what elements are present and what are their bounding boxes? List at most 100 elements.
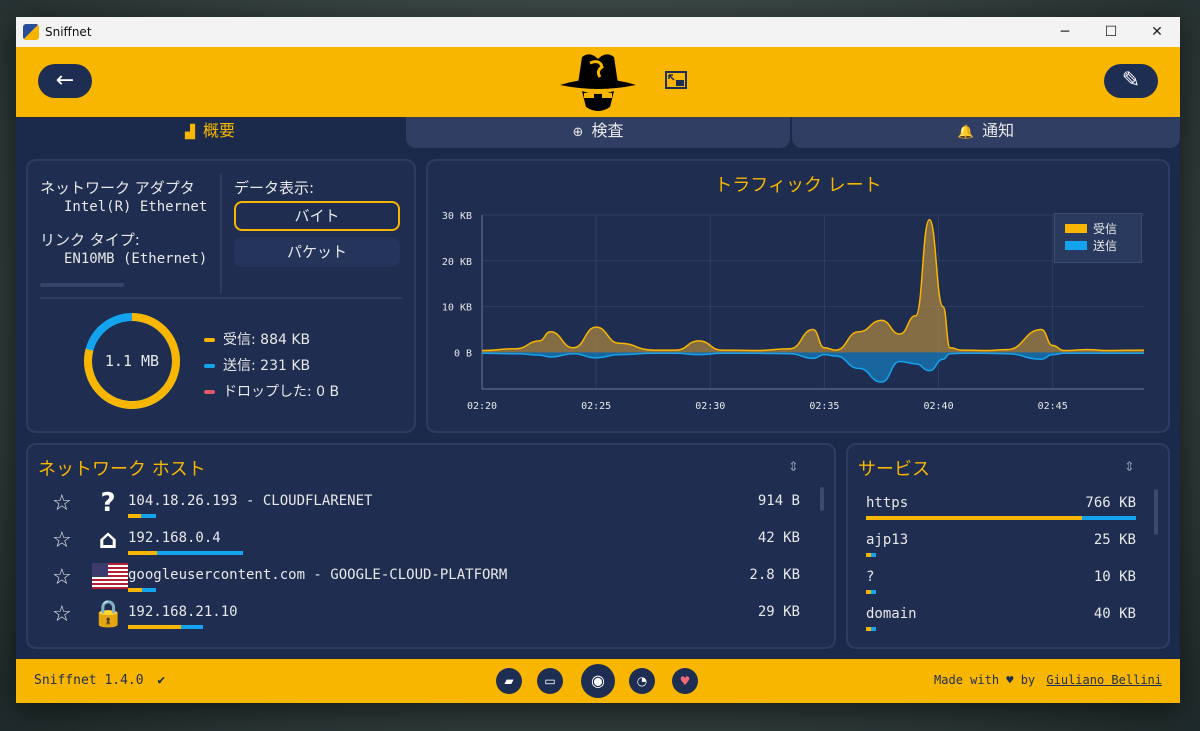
services-title: サービス <box>858 459 930 480</box>
tools-icon: ✎ <box>1121 68 1141 93</box>
tab-overview[interactable]: ▟ 概要 <box>16 117 404 148</box>
chart-icon: ▟ <box>184 125 195 140</box>
host-received-bar <box>128 625 181 629</box>
hosts-sort-icon[interactable]: ⇕ <box>788 455 799 476</box>
packets-toggle[interactable]: パケット <box>234 237 400 267</box>
minimize-button[interactable]: ─ <box>1042 17 1088 47</box>
x-tick-label: 02:20 <box>467 401 497 412</box>
sent-total-label: 送信: 231 KB <box>223 358 311 374</box>
link-type-label: リンク タイプ: <box>40 231 140 249</box>
us-flag-icon <box>92 563 128 591</box>
picture-in-picture-icon[interactable] <box>665 71 687 89</box>
service-sent-bar <box>871 590 876 594</box>
host-name: 104.18.26.193 - CLOUDFLARENET <box>128 493 373 509</box>
legend-sent-label: 送信 <box>1093 239 1118 253</box>
host-sent-bar <box>141 514 156 518</box>
host-row[interactable]: ☆ googleusercontent.com - GOOGLE-CLOUD-PL… <box>28 561 834 597</box>
traffic-chart-panel: トラフィック レート 30 KB 20 KB 10 KB 0 B 02:20 02:25 0… <box>426 159 1170 433</box>
title-bar: Sniffnet ─ ☐ ✕ <box>16 17 1180 47</box>
services-scrollbar[interactable] <box>1154 489 1158 535</box>
service-row[interactable]: ? 10 KB <box>848 563 1168 599</box>
tab-inspect-label: 検査 <box>591 121 624 140</box>
host-sent-bar <box>142 588 156 592</box>
service-traffic: 766 KB <box>1085 495 1136 511</box>
check-icon: ✔ <box>157 673 166 688</box>
legend-received-label: 受信 <box>1093 222 1118 236</box>
adapter-scrollbar[interactable] <box>40 283 124 287</box>
star-icon[interactable]: ☆ <box>52 602 72 627</box>
divider <box>220 173 222 293</box>
host-sent-bar <box>181 625 203 629</box>
received-total: 受信: 884 KB <box>204 329 310 349</box>
host-icon-glyph: ? <box>100 488 116 518</box>
services-sort-icon[interactable]: ⇕ <box>1124 455 1135 476</box>
service-sent-bar <box>871 627 876 631</box>
lock-icon: 🔒 <box>92 600 124 628</box>
y-tick-label: 20 KB <box>442 257 472 268</box>
star-icon[interactable]: ☆ <box>52 528 72 553</box>
bell-icon: 🔔 <box>957 125 975 140</box>
link-type-value: EN10MB (Ethernet) <box>64 251 208 267</box>
series-area-sent <box>482 352 1144 383</box>
settings-button[interactable]: ✎ <box>1104 64 1158 98</box>
service-traffic: 10 KB <box>1093 569 1136 585</box>
received-dash <box>204 338 215 342</box>
y-tick-label: 10 KB <box>442 303 472 314</box>
host-received-bar <box>128 551 157 555</box>
dropped-total-label: ドロップした: 0 B <box>223 384 340 400</box>
paint-roller-icon[interactable]: ▰ <box>496 668 522 694</box>
host-name: 192.168.21.10 <box>128 604 238 620</box>
x-tick-label: 02:30 <box>695 401 725 412</box>
tab-notifications[interactable]: 🔔 通知 <box>792 117 1180 148</box>
close-button[interactable]: ✕ <box>1134 17 1180 47</box>
github-icon[interactable]: ◉ <box>581 664 615 698</box>
tab-inspect[interactable]: ⊕ 検査 <box>406 117 790 148</box>
traffic-chart: 30 KB 20 KB 10 KB 0 B 02:20 02:25 02:30 02:35 02… <box>442 211 1145 412</box>
host-name: googleusercontent.com - GOOGLE-CLOUD-PLA… <box>128 567 508 583</box>
star-icon[interactable]: ☆ <box>52 565 72 590</box>
service-name: https <box>866 495 909 511</box>
service-traffic: 25 KB <box>1093 532 1136 548</box>
sniffnet-app-icon <box>23 24 39 40</box>
bytes-toggle[interactable]: バイト <box>234 201 400 231</box>
arrow-left-icon: ← <box>55 68 75 93</box>
back-button[interactable]: ← <box>38 64 92 98</box>
host-sent-bar <box>157 551 243 555</box>
service-sent-bar <box>1082 516 1136 520</box>
host-row[interactable]: ☆ ⌂ 192.168.0.4 42 KB <box>28 524 834 560</box>
author-link[interactable]: Giuliano Bellini <box>1046 673 1162 687</box>
made-with-text: Made with ♥ by Giuliano Bellini <box>934 673 1162 687</box>
made-with-label: Made with ♥ by <box>934 673 1036 687</box>
version-text: Sniffnet 1.4.0 ✔ <box>34 673 165 688</box>
network-hosts-panel: ネットワーク ホスト ⇕ ☆? 104.18.26.193 - CLOUDFLAR… <box>26 443 836 649</box>
service-traffic: 40 KB <box>1093 606 1136 622</box>
service-sent-bar <box>871 553 876 557</box>
legend-received-swatch <box>1065 224 1087 233</box>
host-row[interactable]: ☆ 🔒 192.168.21.10 29 KB <box>28 598 834 634</box>
rss-icon[interactable]: ◔ <box>629 668 655 694</box>
service-received-bar <box>866 516 1082 520</box>
sniffnet-logo <box>560 54 636 111</box>
host-icon-glyph: 🔒 <box>92 599 125 629</box>
series-line-sent <box>481 352 1144 383</box>
tab-bar: ▟ 概要 ⊕ 検査 🔔 通知 <box>16 117 1180 149</box>
star-icon[interactable]: ☆ <box>52 491 72 516</box>
service-row[interactable]: domain 40 KB <box>848 600 1168 636</box>
hosts-scrollbar[interactable] <box>820 487 824 511</box>
maximize-button[interactable]: ☐ <box>1088 17 1134 47</box>
service-row[interactable]: ajp13 25 KB <box>848 526 1168 562</box>
heart-icon[interactable]: ♥ <box>672 668 698 694</box>
service-row[interactable]: https 766 KB <box>848 489 1168 525</box>
x-tick-label: 02:25 <box>581 401 611 412</box>
search-icon: ⊕ <box>572 125 584 140</box>
chart-legend: 受信 送信 <box>1054 213 1142 263</box>
host-traffic: 914 B <box>757 493 800 509</box>
app-header: ← ✎ <box>16 47 1180 117</box>
data-display-label: データ表示: <box>234 179 315 197</box>
host-row[interactable]: ☆? 104.18.26.193 - CLOUDFLARENET 914 B <box>28 487 834 523</box>
y-tick-label: 0 B <box>454 348 472 359</box>
info-panel: ネットワーク アダプタ Intel(R) Ethernet リンク タイプ: E… <box>26 159 416 433</box>
host-name: 192.168.0.4 <box>128 530 221 546</box>
footer: Sniffnet 1.4.0 ✔ ▰ ▭ ◉ ◔ ♥ Made with ♥ b… <box>16 659 1180 703</box>
book-icon[interactable]: ▭ <box>537 668 563 694</box>
